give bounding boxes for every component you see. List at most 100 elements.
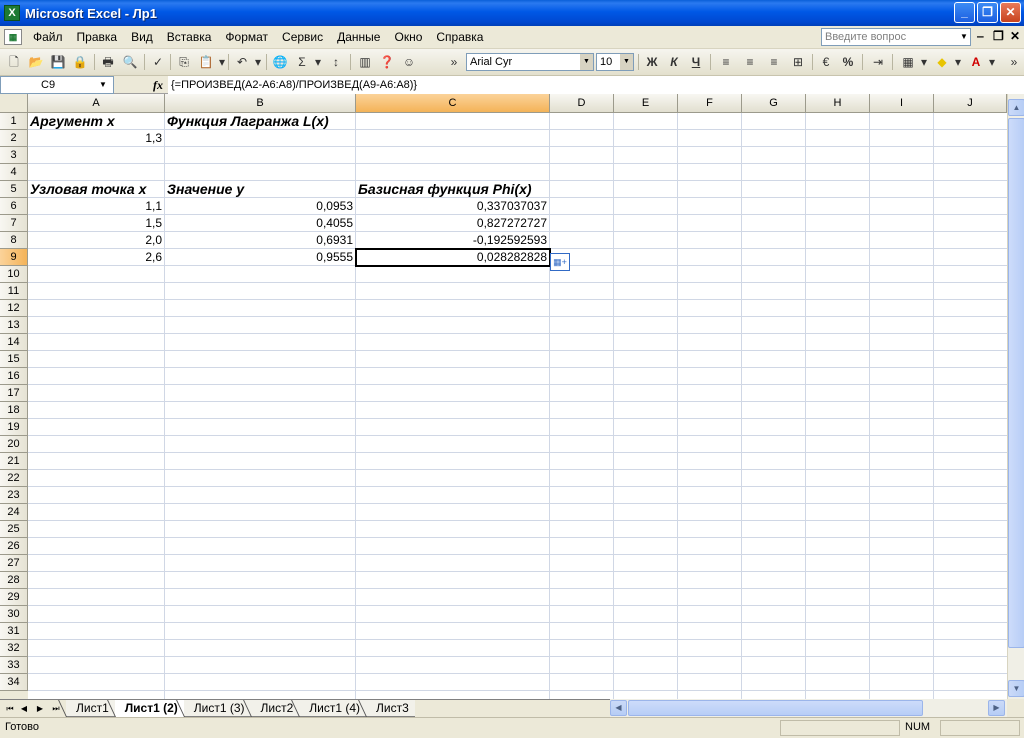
first-sheet-icon[interactable]: ⏮ xyxy=(4,701,16,716)
sheet-tab-active[interactable]: Лист1 (2) xyxy=(114,700,184,717)
scroll-right-icon[interactable]: ▶ xyxy=(988,700,1005,716)
name-box-dropdown-icon[interactable]: ▼ xyxy=(96,78,110,92)
cell-a5[interactable]: Узловая точка x xyxy=(28,181,164,198)
menu-insert[interactable]: Вставка xyxy=(160,30,219,44)
menu-window[interactable]: Окно xyxy=(387,30,429,44)
insert-function-icon[interactable]: fx xyxy=(153,78,163,93)
row-header[interactable]: 12 xyxy=(0,300,28,317)
cell-a6[interactable]: 1,1 xyxy=(28,198,164,215)
chart-wizard-icon[interactable]: ▥ xyxy=(355,53,375,71)
row-header[interactable]: 1 xyxy=(0,113,28,130)
menu-help[interactable]: Справка xyxy=(429,30,490,44)
close-button[interactable]: ✕ xyxy=(1000,2,1021,23)
new-icon[interactable]: 🗋 xyxy=(4,53,24,71)
column-header-a[interactable]: A xyxy=(28,94,165,113)
prev-sheet-icon[interactable]: ◀ xyxy=(18,701,30,716)
scroll-down-icon[interactable]: ▼ xyxy=(1008,680,1024,697)
column-header-e[interactable]: E xyxy=(614,94,678,113)
hyperlink-icon[interactable]: 🌐 xyxy=(270,53,290,71)
align-center-icon[interactable]: ≡ xyxy=(740,53,760,71)
print-preview-icon[interactable]: 🔍 xyxy=(120,53,140,71)
help-question-input[interactable]: Введите вопрос xyxy=(821,28,971,46)
cell-b5[interactable]: Значение y xyxy=(165,181,355,198)
row-header[interactable]: 15 xyxy=(0,351,28,368)
vertical-scrollbar[interactable]: ▲ ▼ xyxy=(1007,94,1024,699)
sheet-tab[interactable]: Лист1 (3) xyxy=(183,700,251,717)
column-header-j[interactable]: J xyxy=(934,94,1007,113)
copy-icon[interactable]: ⎘ xyxy=(174,53,194,71)
row-header[interactable]: 13 xyxy=(0,317,28,334)
currency-icon[interactable]: € xyxy=(816,53,836,71)
row-header[interactable]: 14 xyxy=(0,334,28,351)
horizontal-scroll-thumb[interactable] xyxy=(628,700,923,716)
doc-restore-icon[interactable]: ❐ xyxy=(993,29,1004,43)
autosum-dropdown-icon[interactable]: ▾ xyxy=(308,53,328,71)
restore-button[interactable]: ❐ xyxy=(977,2,998,23)
scroll-left-icon[interactable]: ◀ xyxy=(610,700,627,716)
percent-button[interactable]: % xyxy=(838,53,858,71)
row-header[interactable]: 31 xyxy=(0,623,28,640)
row-header[interactable]: 10 xyxy=(0,266,28,283)
select-all-corner[interactable] xyxy=(0,94,28,113)
cell-c5[interactable]: Базисная функция Phi(x) xyxy=(356,181,549,198)
row-header[interactable]: 34 xyxy=(0,674,28,691)
toolbar-options-icon[interactable]: » xyxy=(444,53,464,71)
row-header[interactable]: 6 xyxy=(0,198,28,215)
cell-c8[interactable]: -0,192592593 xyxy=(356,232,549,249)
menu-file[interactable]: Файл xyxy=(26,30,70,44)
vertical-scroll-thumb[interactable] xyxy=(1008,118,1024,648)
row-header[interactable]: 32 xyxy=(0,640,28,657)
cell-c6[interactable]: 0,337037037 xyxy=(356,198,549,215)
font-size-dropdown-icon[interactable]: ▼ xyxy=(620,54,633,70)
doc-close-icon[interactable]: ✕ xyxy=(1010,29,1020,43)
cell-b6[interactable]: 0,0953 xyxy=(165,198,355,215)
column-header-f[interactable]: F xyxy=(678,94,742,113)
row-header[interactable]: 27 xyxy=(0,555,28,572)
column-header-d[interactable]: D xyxy=(550,94,614,113)
row-header[interactable]: 23 xyxy=(0,487,28,504)
cell-a7[interactable]: 1,5 xyxy=(28,215,164,232)
scroll-up-icon[interactable]: ▲ xyxy=(1008,99,1024,116)
menu-edit[interactable]: Правка xyxy=(70,30,125,44)
row-header[interactable]: 3 xyxy=(0,147,28,164)
row-header[interactable]: 19 xyxy=(0,419,28,436)
font-name-select[interactable]: Arial Cyr ▼ xyxy=(466,53,594,71)
cell-c7[interactable]: 0,827272727 xyxy=(356,215,549,232)
row-header[interactable]: 30 xyxy=(0,606,28,623)
menu-data[interactable]: Данные xyxy=(330,30,387,44)
row-header[interactable]: 4 xyxy=(0,164,28,181)
row-header[interactable]: 33 xyxy=(0,657,28,674)
row-header[interactable]: 9 xyxy=(0,249,28,266)
cell-a9[interactable]: 2,6 xyxy=(28,249,164,266)
row-header[interactable]: 7 xyxy=(0,215,28,232)
cell-b9[interactable]: 0,9555 xyxy=(165,249,355,266)
row-header[interactable]: 20 xyxy=(0,436,28,453)
bold-button[interactable]: Ж xyxy=(642,53,662,71)
cell-b1[interactable]: Функция Лагранжа L(x) xyxy=(165,113,355,130)
print-icon[interactable]: 🖶 xyxy=(98,53,118,71)
cell-b7[interactable]: 0,4055 xyxy=(165,215,355,232)
row-header[interactable]: 5 xyxy=(0,181,28,198)
smiley-icon[interactable]: ☺ xyxy=(399,53,419,71)
row-header[interactable]: 24 xyxy=(0,504,28,521)
spelling-icon[interactable]: ✓ xyxy=(148,53,168,71)
menu-format[interactable]: Формат xyxy=(218,30,275,44)
sort-ascending-icon[interactable]: ↕ xyxy=(326,53,346,71)
cell-a1[interactable]: Аргумент x xyxy=(28,113,164,130)
paste-options-icon[interactable]: ▦+ xyxy=(550,253,570,271)
cell-a8[interactable]: 2,0 xyxy=(28,232,164,249)
font-size-select[interactable]: 10 ▼ xyxy=(596,53,634,71)
permission-icon[interactable]: 🔒 xyxy=(70,53,90,71)
column-header-b[interactable]: B xyxy=(165,94,356,113)
doc-minimize-icon[interactable]: ‒ xyxy=(977,29,984,43)
row-header[interactable]: 2 xyxy=(0,130,28,147)
font-name-dropdown-icon[interactable]: ▼ xyxy=(580,54,593,70)
row-header[interactable]: 29 xyxy=(0,589,28,606)
sheet-tab[interactable]: Лист3 xyxy=(366,700,415,717)
horizontal-scrollbar[interactable]: ◀ ▶ xyxy=(610,699,1007,717)
cell-grid[interactable]: Аргумент x Функция Лагранжа L(x) 1,3 Узл… xyxy=(28,113,1007,699)
underline-button[interactable]: Ч xyxy=(686,53,706,71)
align-right-icon[interactable]: ≡ xyxy=(764,53,784,71)
sheet-tab[interactable]: Лист1 (4) xyxy=(299,700,367,717)
cell-a2[interactable]: 1,3 xyxy=(28,130,164,147)
